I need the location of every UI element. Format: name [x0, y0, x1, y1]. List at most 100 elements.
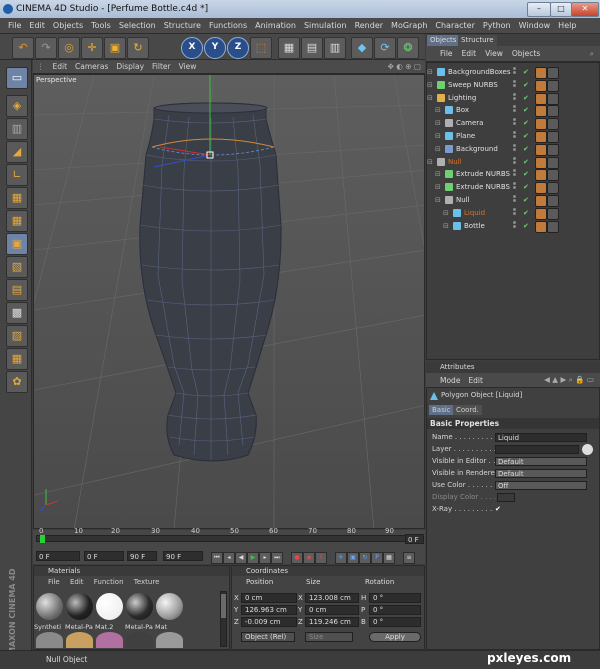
- material-swatch-1[interactable]: [66, 593, 93, 620]
- move-icon[interactable]: ✛: [81, 37, 103, 59]
- enabled-check-icon[interactable]: ✔: [523, 92, 529, 104]
- menu-simulation[interactable]: Simulation: [300, 21, 351, 30]
- x-ray-checkbox[interactable]: ✔: [495, 505, 501, 513]
- object-tag-icon[interactable]: [535, 195, 547, 207]
- visibility-dots-icon[interactable]: [513, 79, 519, 88]
- pos-x-field[interactable]: 0 cm: [241, 593, 297, 603]
- enabled-check-icon[interactable]: ✔: [523, 181, 529, 193]
- object-tag-icon[interactable]: [547, 131, 559, 143]
- object-name[interactable]: Bottle: [464, 220, 485, 232]
- rot-key-icon[interactable]: ↻: [359, 552, 371, 564]
- menu-objects[interactable]: Objects: [49, 21, 87, 30]
- object-search-icon[interactable]: ⌕: [590, 49, 594, 59]
- sculpt-icon[interactable]: ✿: [6, 371, 28, 393]
- object-tag-icon[interactable]: [535, 182, 547, 195]
- tab-structure[interactable]: Structure: [458, 35, 497, 46]
- playhead[interactable]: [40, 535, 45, 543]
- enabled-check-icon[interactable]: ✔: [523, 66, 529, 78]
- object-row[interactable]: ⊟ Null ✔: [427, 156, 599, 169]
- object-tag-icon[interactable]: [547, 143, 559, 156]
- expand-toggle-icon[interactable]: ⊟: [435, 168, 441, 180]
- object-name[interactable]: Lighting: [448, 92, 476, 104]
- object-menu-file[interactable]: File: [440, 49, 453, 58]
- expand-toggle-icon[interactable]: ⊟: [427, 66, 433, 78]
- prev-frame-icon[interactable]: ◀: [235, 552, 247, 564]
- object-tag-icon[interactable]: [547, 92, 559, 105]
- object-menu-view[interactable]: View: [485, 49, 503, 58]
- name-field[interactable]: Liquid: [495, 433, 587, 442]
- viewport-menu-edit[interactable]: Edit: [49, 62, 72, 71]
- coordinate-mode-dropdown[interactable]: Object (Rel): [241, 632, 295, 642]
- visibility-dots-icon[interactable]: [513, 182, 519, 190]
- cube-primitive-icon[interactable]: ◆: [351, 37, 373, 59]
- visibility-dots-icon[interactable]: [513, 131, 519, 139]
- visibility-dots-icon[interactable]: [513, 105, 519, 113]
- z-axis-lock-icon[interactable]: Z: [227, 37, 249, 59]
- viewport-menu-filter[interactable]: Filter: [148, 62, 175, 71]
- object-tag-icon[interactable]: [547, 207, 559, 220]
- display-color-swatch[interactable]: [497, 493, 515, 502]
- object-tag-icon[interactable]: [535, 207, 547, 220]
- object-row[interactable]: ⊟ Plane ✔: [427, 130, 599, 143]
- enabled-check-icon[interactable]: ✔: [523, 79, 529, 91]
- preview-end-field[interactable]: 90 F: [163, 551, 203, 561]
- param-key-icon[interactable]: P: [371, 552, 383, 564]
- visible-in-renderer-dropdown[interactable]: Default: [495, 469, 587, 478]
- enabled-check-icon[interactable]: ✔: [523, 117, 529, 129]
- grid-icon[interactable]: ▨: [6, 325, 28, 347]
- expand-toggle-icon[interactable]: ⊟: [435, 143, 441, 155]
- tab-objects[interactable]: Objects: [427, 35, 460, 46]
- material-swatch-row2-4[interactable]: [156, 632, 183, 648]
- material-menu-texture[interactable]: Texture: [134, 578, 160, 586]
- object-tag-icon[interactable]: [535, 220, 547, 233]
- object-name[interactable]: BackgroundBoxes: [448, 66, 511, 78]
- material-scroll-thumb[interactable]: [221, 594, 226, 618]
- visibility-dots-icon[interactable]: [513, 195, 519, 203]
- material-swatch-row2-1[interactable]: [66, 632, 93, 648]
- render-settings-icon[interactable]: ▥: [324, 37, 346, 59]
- edges-mode-icon[interactable]: ∟: [6, 164, 28, 186]
- menu-character[interactable]: Character: [431, 21, 479, 30]
- rot-b-field[interactable]: 0 °: [369, 617, 421, 627]
- locked-workplane-icon[interactable]: ▦: [6, 348, 28, 370]
- rot-p-field[interactable]: 0 °: [369, 605, 421, 615]
- material-scrollbar[interactable]: [220, 591, 227, 647]
- maximize-button[interactable]: □: [550, 2, 572, 17]
- object-name[interactable]: Box: [456, 104, 469, 116]
- expand-toggle-icon[interactable]: ⊟: [443, 220, 449, 232]
- object-row[interactable]: ⊟ Background ✔: [427, 143, 599, 156]
- pla-key-icon[interactable]: ▦: [383, 552, 395, 564]
- object-tag-icon[interactable]: [535, 105, 547, 118]
- enabled-check-icon[interactable]: ✔: [523, 143, 529, 155]
- object-name[interactable]: Extrude NURBS: [456, 181, 510, 193]
- expand-toggle-icon[interactable]: ⊟: [435, 130, 441, 142]
- object-tag-icon[interactable]: [547, 156, 559, 169]
- size-mode-dropdown[interactable]: Size: [305, 632, 353, 642]
- material-swatch-3[interactable]: [126, 593, 153, 620]
- timeline-ruler[interactable]: [36, 535, 408, 543]
- object-tag-icon[interactable]: [547, 195, 559, 207]
- points-mode-icon[interactable]: ◢: [6, 141, 28, 163]
- enabled-check-icon[interactable]: ✔: [523, 156, 529, 168]
- apply-button[interactable]: Apply: [369, 632, 421, 642]
- visibility-dots-icon[interactable]: [513, 169, 519, 177]
- visibility-dots-icon[interactable]: [513, 220, 519, 229]
- menu-file[interactable]: File: [4, 21, 25, 30]
- viewport-nav-icons[interactable]: ✥ ◐ ⊕ ▢: [384, 62, 425, 71]
- y-axis-lock-icon[interactable]: Y: [204, 37, 226, 59]
- visible-in-editor-dropdown[interactable]: Default: [495, 457, 587, 466]
- autokey-icon[interactable]: ◉: [303, 552, 315, 564]
- expand-toggle-icon[interactable]: ⊟: [427, 156, 433, 168]
- object-name[interactable]: Null: [456, 194, 470, 206]
- menu-python[interactable]: Python: [479, 21, 515, 30]
- axis-mode-icon[interactable]: ▣: [6, 233, 28, 255]
- object-menu-edit[interactable]: Edit: [462, 49, 477, 58]
- rotate-icon[interactable]: ↻: [127, 37, 149, 59]
- polygons-mode-icon[interactable]: ▦: [6, 187, 28, 209]
- x-axis-lock-icon[interactable]: X: [181, 37, 203, 59]
- layer-arrow-icon[interactable]: [582, 444, 593, 455]
- object-tag-icon[interactable]: [535, 79, 547, 92]
- menu-selection[interactable]: Selection: [115, 21, 160, 30]
- visibility-dots-icon[interactable]: [513, 156, 519, 165]
- redo-icon[interactable]: ↷: [35, 37, 57, 59]
